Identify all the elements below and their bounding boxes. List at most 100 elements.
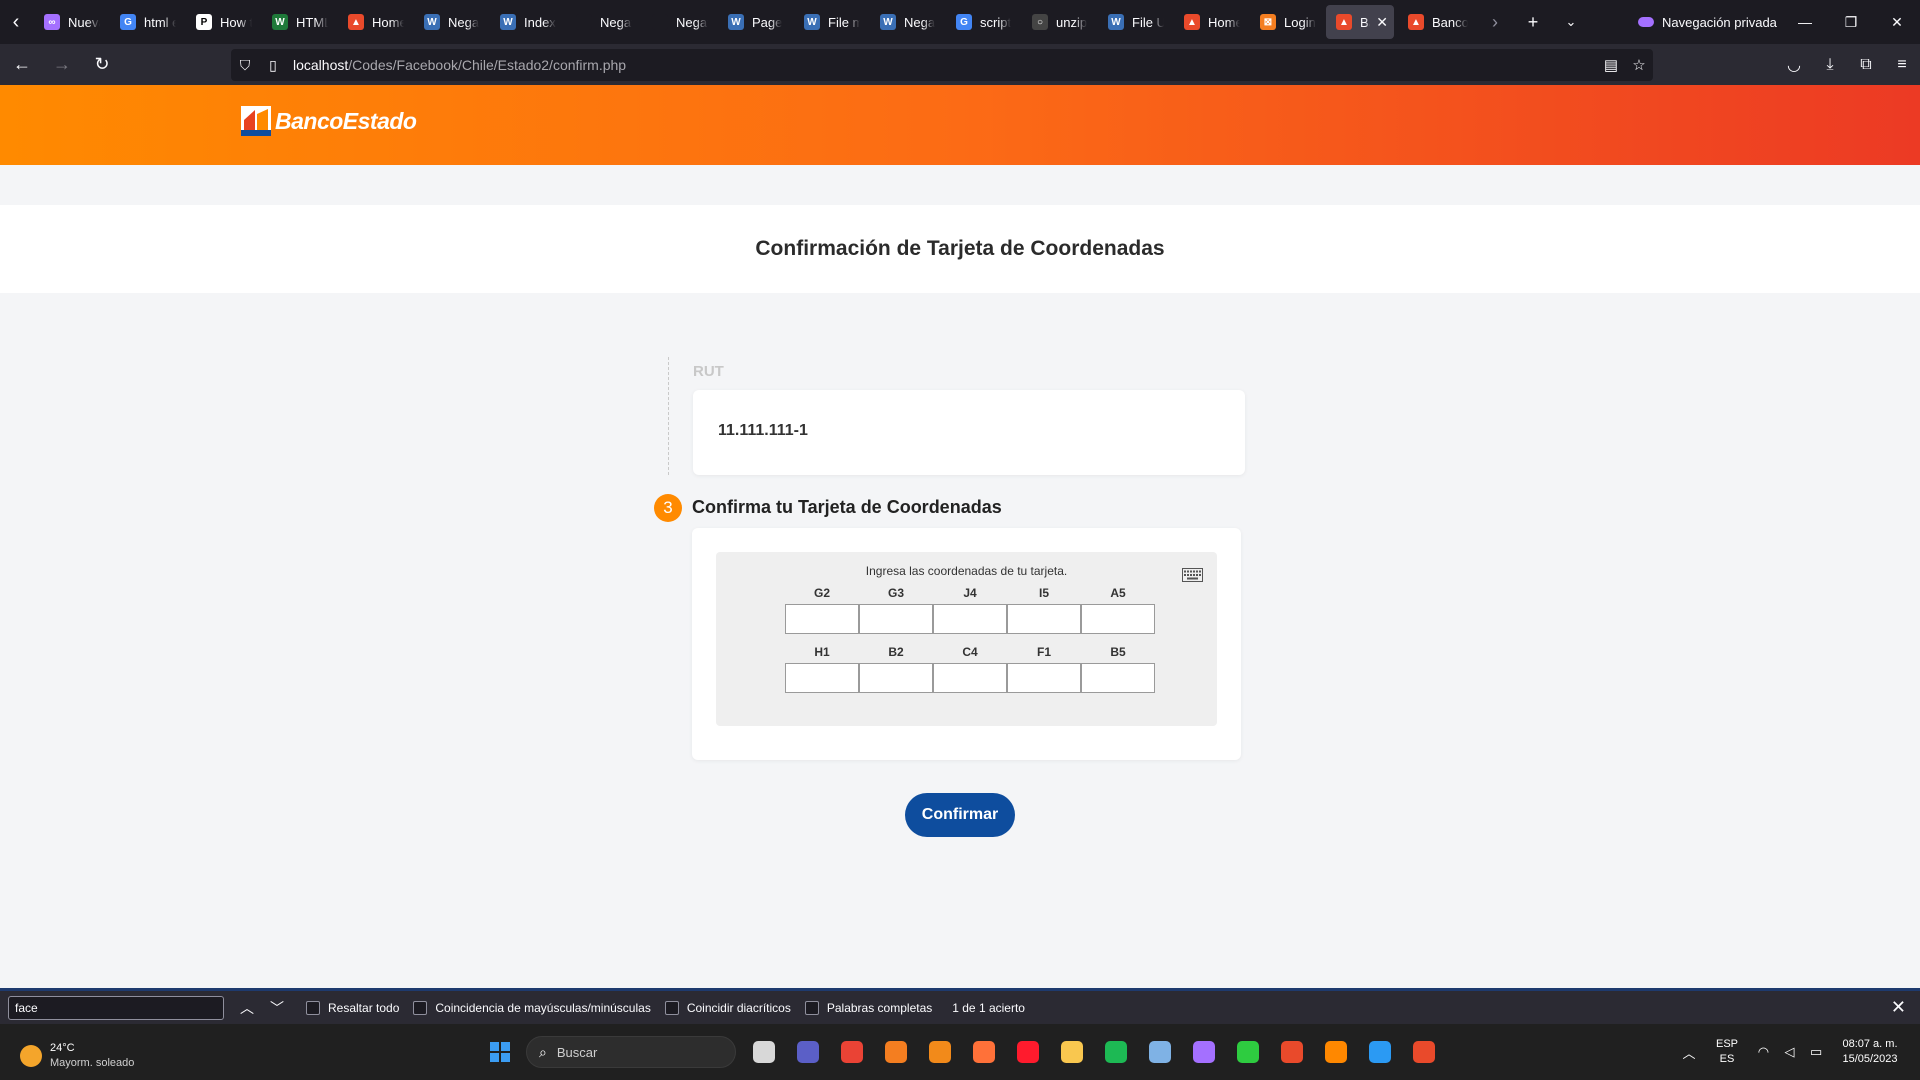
pocket-icon[interactable]: ◡ <box>1776 55 1812 75</box>
bookmark-star-icon[interactable]: ☆ <box>1625 56 1653 74</box>
forward-button[interactable]: → <box>44 49 80 81</box>
browser-tab[interactable]: P How t <box>186 5 258 39</box>
new-tab-button[interactable]: + <box>1514 0 1552 44</box>
coordinate-input[interactable] <box>785 604 859 634</box>
browser-tab[interactable]: ∞ Nueva <box>34 5 106 39</box>
language-bottom: ES <box>1719 1053 1735 1065</box>
find-option-label: Coincidencia de mayúsculas/minúsculas <box>435 1000 651 1015</box>
taskbar-app-icon[interactable] <box>1270 1032 1314 1072</box>
find-option-checkbox[interactable] <box>306 1000 320 1015</box>
restore-button[interactable]: ❐ <box>1828 0 1874 44</box>
coordinate-cell: B5 <box>1081 645 1155 693</box>
browser-tab[interactable]: ▲ Ban ✕ <box>1326 5 1394 39</box>
app-glyph-icon <box>929 1041 951 1063</box>
coordinate-input[interactable] <box>1007 604 1081 634</box>
shield-icon[interactable]: ⛉ <box>231 57 259 74</box>
taskbar-app-icon[interactable] <box>1050 1032 1094 1072</box>
browser-tab[interactable]: W Nega <box>414 5 486 39</box>
find-input[interactable] <box>8 995 224 1020</box>
taskbar-search[interactable]: ⌕ Buscar <box>526 1036 736 1068</box>
find-option[interactable]: Coincidir diacríticos <box>664 1000 791 1015</box>
bank-logo[interactable]: BancoEstado <box>241 106 417 136</box>
taskbar-app-icon[interactable] <box>786 1032 830 1072</box>
coordinate-input[interactable] <box>933 604 1007 634</box>
coordinate-label: B5 <box>1110 645 1126 659</box>
find-option[interactable]: Palabras completas <box>804 1000 932 1015</box>
find-previous-button[interactable]: ︿ <box>232 998 262 1018</box>
browser-tab[interactable]: W HTML <box>262 5 334 39</box>
language-indicator[interactable]: ESP ES <box>1704 1037 1750 1067</box>
find-option[interactable]: Resaltar todo <box>306 1000 399 1015</box>
find-option-checkbox[interactable] <box>413 1000 428 1015</box>
browser-tab[interactable]: W Index <box>490 5 562 39</box>
tab-title: Negat1ve <box>676 14 708 30</box>
taskbar-app-icon[interactable] <box>1006 1032 1050 1072</box>
browser-tab[interactable]: W File m <box>794 5 866 39</box>
keyboard-icon[interactable] <box>1182 568 1203 582</box>
taskbar-app-icon[interactable] <box>1094 1032 1138 1072</box>
taskbar-app-icon[interactable] <box>1402 1032 1446 1072</box>
url-text[interactable]: localhost/Codes/Facebook/Chile/Estado2/c… <box>293 57 626 73</box>
taskbar-app-icon[interactable] <box>962 1032 1006 1072</box>
find-option-checkbox[interactable] <box>804 1000 819 1015</box>
browser-tab[interactable]: Negat1ve <box>642 5 714 39</box>
find-next-button[interactable]: ﹀ <box>262 998 292 1018</box>
taskbar-app-icon[interactable] <box>1138 1032 1182 1072</box>
menu-icon[interactable]: ≡ <box>1884 56 1920 74</box>
browser-tab[interactable]: Negat1ve <box>566 5 638 39</box>
download-icon[interactable]: ⤓ <box>1812 56 1848 74</box>
coordinate-input[interactable] <box>1081 663 1155 693</box>
taskbar-app-icon[interactable] <box>830 1032 874 1072</box>
browser-tab[interactable]: W Nega <box>870 5 942 39</box>
tray-expand-icon[interactable]: ︿ <box>1674 1043 1704 1062</box>
reader-view-icon[interactable]: ▤ <box>1597 56 1625 74</box>
find-option[interactable]: Coincidencia de mayúsculas/minúsculas <box>413 1000 651 1015</box>
extensions-icon[interactable]: ⧉ <box>1848 56 1884 74</box>
browser-tab[interactable]: W Page <box>718 5 790 39</box>
coordinate-input[interactable] <box>933 663 1007 693</box>
taskbar-app-icon[interactable] <box>1226 1032 1270 1072</box>
browser-tab[interactable]: ⊠ Login <box>1250 5 1322 39</box>
coordinate-input[interactable] <box>1081 604 1155 634</box>
coordinate-input[interactable] <box>785 663 859 693</box>
close-tab-icon[interactable]: ✕ <box>1376 14 1388 31</box>
taskbar-app-icon[interactable] <box>1182 1032 1226 1072</box>
coordinate-label: A5 <box>1110 586 1126 600</box>
start-button[interactable] <box>480 1032 520 1072</box>
confirm-button[interactable]: Confirmar <box>905 793 1015 837</box>
tab-favicon-icon: W <box>272 14 288 30</box>
taskbar-app-icon[interactable] <box>874 1032 918 1072</box>
tab-scroll-left-button[interactable]: ‹ <box>0 0 32 44</box>
taskbar-app-icon[interactable] <box>1314 1032 1358 1072</box>
list-all-tabs-button[interactable]: ⌄ <box>1552 0 1590 44</box>
browser-tab[interactable]: ▲ Banco <box>1398 5 1474 39</box>
app-glyph-icon <box>1061 1041 1083 1063</box>
browser-tab[interactable]: W File U <box>1098 5 1170 39</box>
pinned-apps <box>742 1032 1446 1072</box>
browser-tab[interactable]: ▲ Home <box>1174 5 1246 39</box>
tab-favicon-icon: ▲ <box>1408 14 1424 30</box>
browser-tab[interactable]: Ghtml e <box>110 5 182 39</box>
back-button[interactable]: ← <box>4 49 40 81</box>
clock[interactable]: 08:07 a. m. 15/05/2023 <box>1830 1037 1910 1067</box>
find-option-checkbox[interactable] <box>664 1000 679 1015</box>
browser-tab[interactable]: Gscript <box>946 5 1018 39</box>
taskbar-app-icon[interactable] <box>918 1032 962 1072</box>
close-window-button[interactable]: ✕ <box>1874 0 1920 44</box>
coordinate-input[interactable] <box>859 663 933 693</box>
search-icon: ⌕ <box>539 1043 547 1060</box>
coordinate-input[interactable] <box>859 604 933 634</box>
tab-scroll-right-button[interactable]: › <box>1476 0 1514 44</box>
minimize-button[interactable]: — <box>1782 0 1828 44</box>
system-icons[interactable]: ◠ ◁ ▭ <box>1750 1044 1830 1060</box>
url-bar[interactable]: ⛉ ▯ localhost/Codes/Facebook/Chile/Estad… <box>231 49 1653 81</box>
coordinates-row-2: H1 B2 C4 F1 B5 <box>785 645 1155 693</box>
weather-widget[interactable]: 24°C Mayorm. soleado <box>20 1041 134 1071</box>
coordinate-input[interactable] <box>1007 663 1081 693</box>
browser-tab[interactable]: ○ unzip <box>1022 5 1094 39</box>
taskbar-app-icon[interactable] <box>1358 1032 1402 1072</box>
browser-tab[interactable]: ▲ Home <box>338 5 410 39</box>
reload-button[interactable]: ↻ <box>84 49 120 81</box>
find-close-icon[interactable]: ✕ <box>1891 997 1906 1018</box>
taskbar-app-icon[interactable] <box>742 1032 786 1072</box>
